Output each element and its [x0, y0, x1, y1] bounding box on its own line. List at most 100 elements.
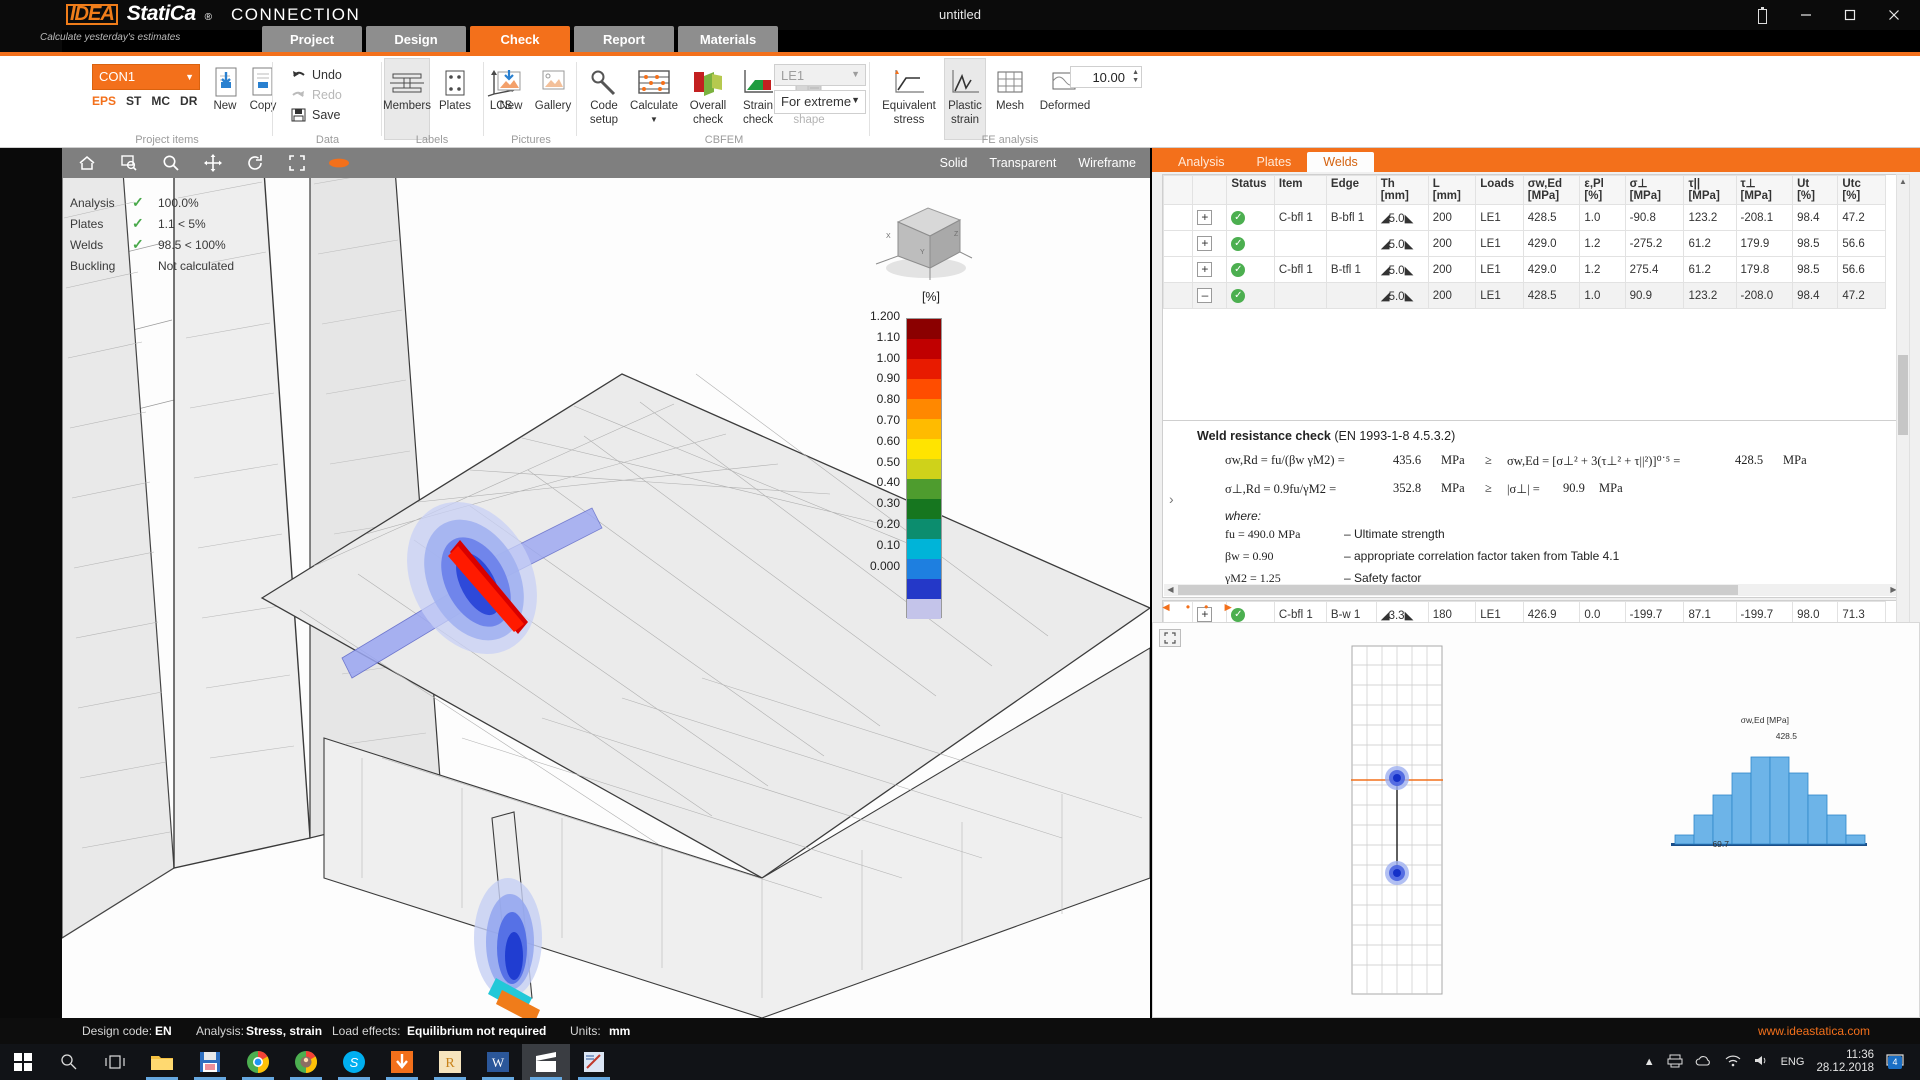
home-icon[interactable]	[76, 152, 98, 174]
viewport-canvas[interactable]: Analysis ✓ 100.0% Plates ✓ 1.1 < 5% Weld…	[62, 178, 1150, 1018]
scroll-up-icon[interactable]: ▲	[1897, 175, 1909, 189]
table-row[interactable]: + ✓ C-bfl 1 B-tfl 1 ◢5.0◣ 200 LE1 429.0 …	[1164, 257, 1886, 283]
row-expander-cell[interactable]: +	[1193, 257, 1227, 283]
clock[interactable]: 11:36 28.12.2018	[1816, 1049, 1874, 1075]
col-edge[interactable]: Edge	[1326, 176, 1376, 205]
mesh-button[interactable]: Mesh	[988, 64, 1032, 112]
table-row[interactable]: + ✓ ◢5.0◣ 200 LE1 429.0 1.2 -275.2 61.2 …	[1164, 231, 1886, 257]
col-loads[interactable]: Loads	[1476, 176, 1524, 205]
pager-dot-2[interactable]: •	[1204, 600, 1208, 614]
scroll-left-icon[interactable]: ◀	[1164, 584, 1177, 596]
notification-icon[interactable]: 4	[1886, 1053, 1912, 1072]
website-link[interactable]: www.ideastatica.com	[1758, 1024, 1870, 1038]
language-indicator[interactable]: ENG	[1781, 1056, 1805, 1068]
col-eps-pl[interactable]: ε,Pl[%]	[1580, 176, 1625, 205]
table-row[interactable]: + ✓ C-bfl 1 B-bfl 1 ◢5.0◣ 200 LE1 428.5 …	[1164, 205, 1886, 231]
render-mode-wireframe[interactable]: Wireframe	[1078, 156, 1136, 170]
calculate-dropdown-icon[interactable]: ▼	[650, 114, 658, 126]
color-icon[interactable]	[328, 152, 350, 174]
col-l[interactable]: L[mm]	[1428, 176, 1476, 205]
editor-icon[interactable]	[570, 1044, 618, 1080]
print-icon[interactable]	[1667, 1054, 1683, 1071]
deformation-scale-input[interactable]: 10.00 ▲▼	[1070, 66, 1142, 88]
tab-materials[interactable]: Materials	[678, 26, 778, 52]
camtasia-icon[interactable]	[522, 1044, 570, 1080]
code-mc[interactable]: MC	[151, 94, 170, 108]
expand-row-button[interactable]: +	[1197, 210, 1212, 225]
zoom-icon[interactable]	[160, 152, 182, 174]
col-sigma-perp[interactable]: σ⊥[MPa]	[1625, 176, 1684, 205]
collapse-row-button[interactable]: –	[1197, 288, 1212, 303]
calculate-button[interactable]: Calculate ▼	[627, 64, 681, 126]
col-ut[interactable]: Ut[%]	[1793, 176, 1838, 205]
results-tab-plates[interactable]: Plates	[1241, 152, 1308, 172]
row-expander-cell[interactable]: +	[1193, 205, 1227, 231]
volume-icon[interactable]	[1753, 1054, 1769, 1070]
row-select-cell[interactable]	[1164, 257, 1193, 283]
code-setup-button[interactable]: Code setup	[581, 64, 627, 126]
pager-next-icon[interactable]: ►	[1222, 600, 1234, 614]
row-expander-cell[interactable]: –	[1193, 283, 1227, 309]
save-disk-icon[interactable]	[186, 1044, 234, 1080]
pager-prev-icon[interactable]: ◄	[1160, 600, 1172, 614]
plastic-strain-button[interactable]: Plastic strain	[944, 64, 986, 126]
connection-selector[interactable]: CON1 ▼	[92, 64, 200, 90]
col-tau-par[interactable]: τ||[MPa]	[1684, 176, 1736, 205]
row-select-cell[interactable]	[1164, 283, 1193, 309]
plates-label-button[interactable]: Plates	[432, 64, 478, 112]
render-mode-solid[interactable]: Solid	[940, 156, 968, 170]
col-utc[interactable]: Utc[%]	[1838, 176, 1886, 205]
search-icon[interactable]	[46, 1044, 92, 1080]
idea-statica-icon[interactable]	[378, 1044, 426, 1080]
expand-row-button[interactable]: +	[1197, 262, 1212, 277]
detail-hscroll-thumb[interactable]	[1178, 585, 1738, 595]
revit-icon[interactable]: R	[426, 1044, 474, 1080]
row-expander-cell[interactable]: +	[1193, 231, 1227, 257]
word-icon[interactable]: W	[474, 1044, 522, 1080]
equivalent-stress-button[interactable]: Equivalent stress	[876, 64, 942, 126]
chevron-up-icon[interactable]: ▲	[1644, 1056, 1655, 1068]
wifi-icon[interactable]	[1725, 1054, 1741, 1070]
orientation-cube[interactable]: X Y Z	[868, 196, 978, 286]
col-item[interactable]: Item	[1274, 176, 1326, 205]
onedrive-icon[interactable]	[1695, 1055, 1713, 1070]
render-mode-transparent[interactable]: Transparent	[989, 156, 1056, 170]
tab-check[interactable]: Check	[470, 26, 570, 52]
skype-icon[interactable]: S	[330, 1044, 378, 1080]
row-select-cell[interactable]	[1164, 205, 1193, 231]
overall-check-button[interactable]: Overall check	[683, 64, 733, 126]
tab-project[interactable]: Project	[262, 26, 362, 52]
results-tab-analysis[interactable]: Analysis	[1162, 152, 1241, 172]
col-status[interactable]: Status	[1227, 176, 1275, 205]
code-eps[interactable]: EPS	[92, 94, 116, 108]
rotate-icon[interactable]	[244, 152, 266, 174]
deformation-scale-stepper[interactable]: ▲▼	[1132, 69, 1139, 85]
code-dr[interactable]: DR	[180, 94, 197, 108]
record-pager[interactable]: ◄ • • ►	[1160, 600, 1234, 614]
row-select-cell[interactable]	[1164, 231, 1193, 257]
file-explorer-icon[interactable]	[138, 1044, 186, 1080]
results-vscroll-thumb[interactable]	[1898, 355, 1908, 435]
windows-start-icon[interactable]	[0, 1044, 46, 1080]
new-picture-button[interactable]: New	[488, 64, 534, 112]
col-sigma-w-ed[interactable]: σw,Ed[MPa]	[1523, 176, 1580, 205]
pan-icon[interactable]	[202, 152, 224, 174]
tab-design[interactable]: Design	[366, 26, 466, 52]
save-button[interactable]: Save	[291, 105, 342, 125]
tab-report[interactable]: Report	[574, 26, 674, 52]
members-label-button[interactable]: Members	[384, 64, 430, 112]
task-view-icon[interactable]	[92, 1044, 138, 1080]
undo-button[interactable]: Undo	[291, 65, 342, 85]
expand-icon[interactable]	[1159, 629, 1181, 647]
results-tab-welds[interactable]: Welds	[1307, 152, 1374, 172]
code-st[interactable]: ST	[126, 94, 141, 108]
col-th[interactable]: Th[mm]	[1376, 176, 1428, 205]
col-tau-perp[interactable]: τ⊥[MPa]	[1736, 176, 1793, 205]
chrome-icon[interactable]	[234, 1044, 282, 1080]
detail-horizontal-scrollbar[interactable]: ◀ ▶	[1164, 584, 1900, 596]
fit-icon[interactable]	[286, 152, 308, 174]
chevron-right-icon[interactable]: ›	[1169, 491, 1174, 507]
model-viewport[interactable]: Solid Transparent Wireframe	[62, 148, 1150, 1018]
table-row-selected[interactable]: – ✓ ◢5.0◣ 200 LE1 428.5 1.0 90.9 123.2 -…	[1164, 283, 1886, 309]
chrome-profile-icon[interactable]	[282, 1044, 330, 1080]
